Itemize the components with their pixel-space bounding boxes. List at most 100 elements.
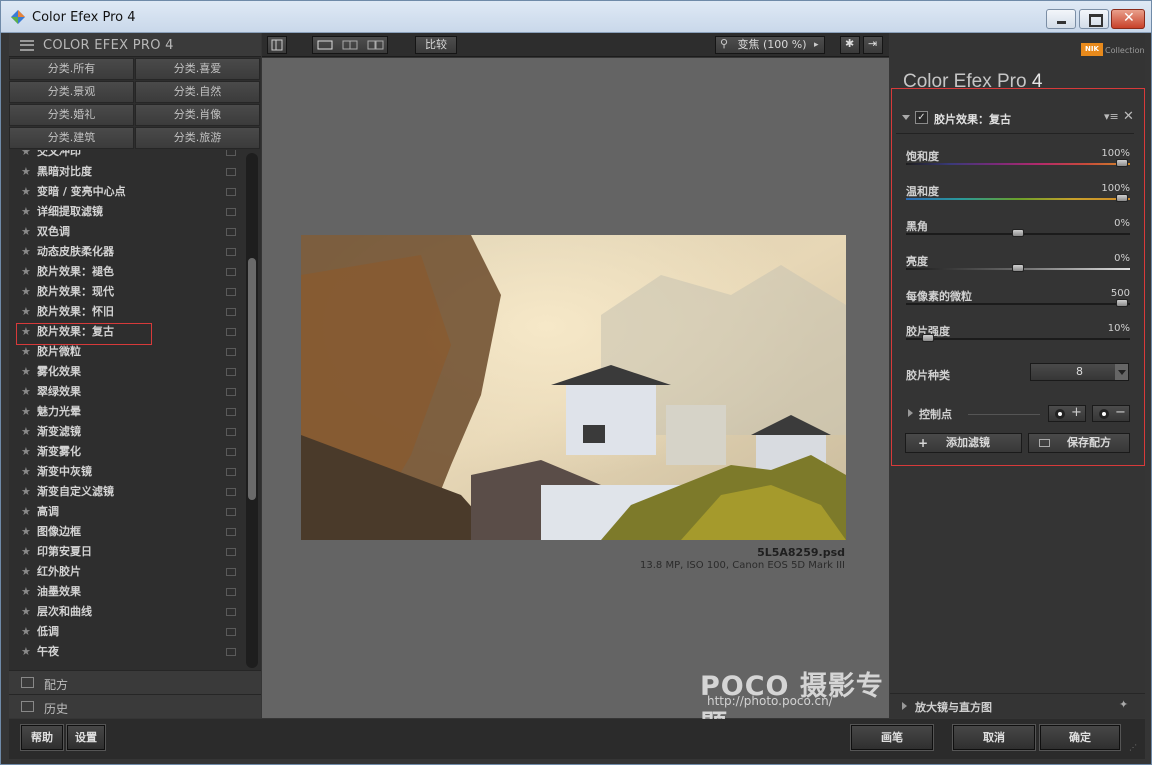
copy-filter-icon[interactable] (226, 548, 236, 556)
slider-handle[interactable] (922, 334, 935, 342)
copy-filter-icon[interactable] (226, 428, 236, 436)
copy-filter-icon[interactable] (226, 288, 236, 296)
filter-list-item[interactable]: ★ 胶片效果：褪色 (9, 262, 244, 282)
filter-list-item[interactable]: ★ 详细提取滤镜 (9, 202, 244, 222)
loupe-histogram-section[interactable]: 放大镜与直方图 ✦ (890, 693, 1145, 718)
compare-button[interactable]: 比较 (415, 36, 457, 54)
favorite-star-icon[interactable]: ★ (21, 302, 31, 322)
filter-list-item[interactable]: ★ 双色调 (9, 222, 244, 242)
filter-list-item[interactable]: ★ 渐变自定义滤镜 (9, 482, 244, 502)
lightbulb-button[interactable]: ✱ (840, 36, 860, 54)
slider-track[interactable] (906, 338, 1130, 340)
favorite-star-icon[interactable]: ★ (21, 342, 31, 362)
category-button[interactable]: 分类.景观 (9, 81, 134, 103)
favorite-star-icon[interactable]: ★ (21, 562, 31, 582)
favorite-star-icon[interactable]: ★ (21, 462, 31, 482)
brush-button[interactable]: 画笔 (850, 724, 934, 751)
hide-browser-button[interactable] (267, 36, 287, 54)
filter-menu-icon[interactable]: ▾≡ (1104, 110, 1119, 123)
help-button[interactable]: 帮助 (20, 724, 64, 751)
favorite-star-icon[interactable]: ★ (21, 502, 31, 522)
filter-list-item[interactable]: ★ 翠绿效果 (9, 382, 244, 402)
resize-grip-icon[interactable]: ⋰ (1129, 743, 1137, 752)
category-button[interactable]: 分类.自然 (135, 81, 260, 103)
zoom-arrow-icon[interactable]: ▸ (814, 37, 819, 53)
category-button[interactable]: 分类.喜爱 (135, 58, 260, 80)
slider-track[interactable] (906, 198, 1130, 200)
filter-list-item[interactable]: ★ 高调 (9, 502, 244, 522)
filter-list-item[interactable]: ★ 交叉冲印 (9, 150, 244, 162)
cancel-button[interactable]: 取消 (952, 724, 1036, 751)
slider-handle[interactable] (1116, 299, 1128, 307)
maximize-button[interactable] (1079, 9, 1109, 29)
recipes-section[interactable]: 配方 (9, 670, 261, 694)
favorite-star-icon[interactable]: ★ (21, 442, 31, 462)
copy-filter-icon[interactable] (226, 348, 236, 356)
copy-filter-icon[interactable] (226, 508, 236, 516)
favorite-star-icon[interactable]: ★ (21, 162, 31, 182)
filter-list-item[interactable]: ★ 印第安夏日 (9, 542, 244, 562)
favorite-star-icon[interactable]: ★ (21, 482, 31, 502)
active-filter-header[interactable]: ✓ 胶片效果：复古 ▾≡ ✕ (894, 107, 1138, 129)
copy-filter-icon[interactable] (226, 328, 236, 336)
filter-list-item[interactable]: ★ 动态皮肤柔化器 (9, 242, 244, 262)
favorite-star-icon[interactable]: ★ (21, 522, 31, 542)
copy-filter-icon[interactable] (226, 648, 236, 656)
favorite-star-icon[interactable]: ★ (21, 262, 31, 282)
filter-list-item[interactable]: ★ 黑暗对比度 (9, 162, 244, 182)
filter-list-item[interactable]: ★ 胶片效果：现代 (9, 282, 244, 302)
copy-filter-icon[interactable] (226, 608, 236, 616)
save-recipe-button[interactable]: 保存配方 (1028, 433, 1130, 453)
favorite-star-icon[interactable]: ★ (21, 242, 31, 262)
remove-filter-icon[interactable]: ✕ (1123, 109, 1134, 124)
copy-filter-icon[interactable] (226, 528, 236, 536)
favorite-star-icon[interactable]: ★ (21, 382, 31, 402)
copy-filter-icon[interactable] (226, 268, 236, 276)
filter-list-item[interactable]: ★ 层次和曲线 (9, 602, 244, 622)
favorite-star-icon[interactable]: ★ (21, 182, 31, 202)
view-mode-icons[interactable] (313, 37, 389, 53)
settings-button[interactable]: 设置 (66, 724, 106, 751)
copy-filter-icon[interactable] (226, 308, 236, 316)
category-button[interactable]: 分类.建筑 (9, 127, 134, 149)
copy-filter-icon[interactable] (226, 248, 236, 256)
pin-icon[interactable]: ✦ (1119, 698, 1128, 711)
favorite-star-icon[interactable]: ★ (21, 642, 31, 662)
filter-list-item[interactable]: ★ 变暗 / 变亮中心点 (9, 182, 244, 202)
copy-filter-icon[interactable] (226, 150, 236, 156)
favorite-star-icon[interactable]: ★ (21, 202, 31, 222)
copy-filter-icon[interactable] (226, 468, 236, 476)
ok-button[interactable]: 确定 (1039, 724, 1121, 751)
favorite-star-icon[interactable]: ★ (21, 622, 31, 642)
category-button[interactable]: 分类.肖像 (135, 104, 260, 126)
history-section[interactable]: 历史 (9, 694, 261, 718)
favorite-star-icon[interactable]: ★ (21, 150, 31, 162)
filter-list-item[interactable]: ★ 胶片效果：怀旧 (9, 302, 244, 322)
remove-control-point-button[interactable]: − (1092, 405, 1130, 422)
favorite-star-icon[interactable]: ★ (21, 222, 31, 242)
copy-filter-icon[interactable] (226, 568, 236, 576)
filter-list-item[interactable]: ★ 图像边框 (9, 522, 244, 542)
slider-track[interactable] (906, 303, 1130, 305)
zoom-control[interactable]: ⚲ 变焦 (100 %) ▸ (715, 36, 825, 54)
copy-filter-icon[interactable] (226, 368, 236, 376)
filter-list-item[interactable]: ★ 雾化效果 (9, 362, 244, 382)
favorite-star-icon[interactable]: ★ (21, 582, 31, 602)
filter-list-item[interactable]: ★ 魅力光晕 (9, 402, 244, 422)
favorite-star-icon[interactable]: ★ (21, 602, 31, 622)
favorite-star-icon[interactable]: ★ (21, 282, 31, 302)
add-control-point-button[interactable]: + (1048, 405, 1086, 422)
add-filter-button[interactable]: + 添加滤镜 (905, 433, 1022, 453)
favorite-star-icon[interactable]: ★ (21, 402, 31, 422)
scrollbar-thumb[interactable] (248, 258, 256, 500)
category-button[interactable]: 分类.婚礼 (9, 104, 134, 126)
copy-filter-icon[interactable] (226, 188, 236, 196)
filter-list-item[interactable]: ★ 渐变滤镜 (9, 422, 244, 442)
menu-icon[interactable] (20, 40, 34, 51)
close-button[interactable]: ✕ (1111, 9, 1145, 29)
slider-handle[interactable] (1116, 159, 1128, 167)
copy-filter-icon[interactable] (226, 488, 236, 496)
slider-handle[interactable] (1012, 264, 1024, 272)
slider-handle[interactable] (1012, 229, 1024, 237)
filter-list-item[interactable]: ★ 渐变中灰镜 (9, 462, 244, 482)
